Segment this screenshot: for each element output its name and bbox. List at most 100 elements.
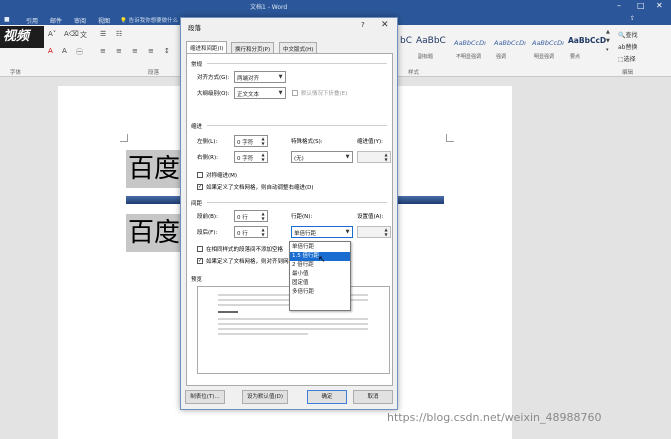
spin-down-icon[interactable]: ▼ <box>259 216 267 221</box>
indent-right-input[interactable]: 0 字符 ▲ ▼ <box>234 151 268 163</box>
phonetic-icon[interactable]: 文 <box>80 30 87 40</box>
word-title-bar: 文档1 - Word – □ ✕ <box>0 0 671 14</box>
bullets-icon[interactable]: ☰ <box>100 30 106 38</box>
indent-by-label: 缩进值(Y): <box>357 139 384 145</box>
minimize-icon[interactable]: – <box>617 1 621 10</box>
find-button[interactable]: 🔍查找 <box>618 30 638 39</box>
spin-down-icon[interactable]: ▼ <box>382 157 390 162</box>
indent-right-label: 右侧(R): <box>197 155 218 161</box>
style-strong[interactable]: AaBbCcD 要点 <box>566 31 610 61</box>
snap-to-grid-checkbox[interactable]: ✓ <box>197 258 203 264</box>
no-space-same-style-label: 在相同样式的段落间不添加空格 <box>206 247 284 253</box>
enclose-icon[interactable]: ㊀ <box>76 47 83 57</box>
tab-references[interactable]: 引用 <box>26 16 38 25</box>
line-spacing-select[interactable]: 单倍行距 ▼ <box>291 226 353 238</box>
tab-view[interactable]: 视图 <box>98 16 110 25</box>
preview-line <box>218 318 368 320</box>
tab-asian-typography[interactable]: 中文版式(H) <box>279 42 318 53</box>
spin-down-icon[interactable]: ▼ <box>259 157 267 162</box>
preview-line <box>218 333 308 335</box>
tab-line-page-breaks[interactable]: 换行和分页(P) <box>231 42 275 53</box>
line-spacing-icon[interactable]: ↕ <box>164 47 170 55</box>
clear-format-icon[interactable]: A⌫ <box>64 30 79 38</box>
line-spacing-option[interactable]: 单倍行距 <box>290 243 350 252</box>
numbering-icon[interactable]: ☷ <box>116 30 122 38</box>
close-icon[interactable]: ✕ <box>381 20 389 30</box>
share-icon[interactable]: ⇪ <box>630 15 635 22</box>
group-styles-label: 样式 <box>408 70 420 76</box>
spin-down-icon[interactable]: ▼ <box>259 232 267 237</box>
indent-by-input[interactable]: ▲ ▼ <box>357 151 391 163</box>
spin-down-icon[interactable]: ▼ <box>259 141 267 146</box>
auto-adjust-indent-checkbox[interactable]: ✓ <box>197 184 203 190</box>
chevron-down-icon: ▼ <box>345 154 350 160</box>
auto-adjust-indent-label: 如果定义了文档网格，则自动调整右缩进(D) <box>206 185 314 191</box>
divider <box>207 125 387 126</box>
chevron-down-icon: ▼ <box>278 90 283 96</box>
preview-line <box>218 311 238 313</box>
char-shading-icon[interactable]: A <box>62 47 67 55</box>
align-left-icon[interactable]: ≡ <box>100 47 106 55</box>
no-space-same-style-checkbox[interactable] <box>197 246 203 252</box>
justify-icon[interactable]: ≡ <box>148 47 154 55</box>
mirror-indents-label: 对称缩进(M) <box>206 173 238 179</box>
indent-left-label: 左侧(L): <box>197 139 218 145</box>
collapsed-label: 默认情况下折叠(E) <box>301 91 348 97</box>
tab-indents-spacing[interactable]: 缩进和间距(I) <box>186 41 228 53</box>
cancel-button[interactable]: 取消 <box>353 390 393 404</box>
tab-mailings[interactable]: 邮件 <box>50 16 62 25</box>
help-icon[interactable]: ? <box>361 21 365 29</box>
align-right-icon[interactable]: ≡ <box>132 47 138 55</box>
snap-to-grid-label: 如果定义了文档网格，则对齐到网格 <box>206 259 290 265</box>
maximize-icon[interactable]: □ <box>637 1 645 10</box>
styles-scroll-down-icon[interactable]: ▼ <box>606 38 610 44</box>
divider <box>207 63 387 64</box>
outline-level-select[interactable]: 正文文本 ▼ <box>234 87 286 99</box>
crop-mark <box>120 134 128 142</box>
close-window-icon[interactable]: ✕ <box>656 1 663 10</box>
line-spacing-option[interactable]: 多倍行距 <box>290 288 350 297</box>
lightbulb-icon: 💡 <box>120 18 127 24</box>
chevron-down-icon: ▼ <box>345 229 350 235</box>
tab-review[interactable]: 审阅 <box>74 16 86 25</box>
spacing-at-input[interactable]: ▲ ▼ <box>357 226 391 238</box>
styles-more-icon[interactable]: ▾ <box>606 47 609 53</box>
line-spacing-label: 行距(N): <box>291 214 313 220</box>
tab-hidden[interactable]: ■ <box>4 16 10 23</box>
space-before-label: 段前(B): <box>197 214 218 220</box>
outline-level-label: 大纲级别(O): <box>197 91 230 97</box>
space-before-input[interactable]: 0 行 ▲ ▼ <box>234 210 268 222</box>
divider <box>207 202 387 203</box>
chevron-down-icon: ▼ <box>278 74 283 80</box>
section-general: 常规 <box>191 62 203 68</box>
space-after-input[interactable]: 0 行 ▲ ▼ <box>234 226 268 238</box>
font-size-down-icon[interactable]: A˅ <box>48 30 56 38</box>
set-default-button[interactable]: 设为默认值(D) <box>242 390 288 404</box>
preview-line <box>218 323 368 325</box>
indent-left-input[interactable]: 0 字符 ▲ ▼ <box>234 135 268 147</box>
line-spacing-dropdown: 单倍行距 1.5 倍行距 2 倍行距 最小值 固定值 多倍行距 <box>289 241 351 311</box>
style-subtle-emphasis[interactable]: AaBbCcDı 不明显强调 <box>452 31 496 61</box>
space-after-label: 段后(F): <box>197 230 218 236</box>
dialog-body: 常规 对齐方式(G): 两端对齐 ▼ 大纲级别(O): 正文文本 ▼ 默认情况下… <box>186 53 393 386</box>
align-center-icon[interactable]: ≡ <box>116 47 122 55</box>
spacing-at-label: 设置值(A): <box>357 214 384 220</box>
section-spacing: 间距 <box>191 201 203 207</box>
tell-me-search[interactable]: 💡 告诉我你想要做什么 <box>120 16 178 24</box>
special-indent-select[interactable]: (无) ▼ <box>291 151 353 163</box>
collapsed-checkbox[interactable] <box>292 90 298 96</box>
ok-button[interactable]: 确定 <box>307 390 347 404</box>
paragraph-dialog: 段落 ? ✕ 缩进和间距(I) 换行和分页(P) 中文版式(H) 常规 对齐方式… <box>180 17 398 410</box>
select-button[interactable]: ⬚选择 <box>618 54 636 63</box>
spin-down-icon[interactable]: ▼ <box>382 232 390 237</box>
line-spacing-option[interactable]: 固定值 <box>290 279 350 288</box>
video-logo-overlay: 视频 <box>0 26 44 48</box>
styles-scroll-up-icon[interactable]: ▲ <box>606 29 610 35</box>
font-color-icon[interactable]: A <box>48 47 53 55</box>
watermark-url: https://blog.csdn.net/weixin_48988760 <box>387 411 602 424</box>
replace-button[interactable]: ab替换 <box>618 42 638 51</box>
line-spacing-option[interactable]: 最小值 <box>290 270 350 279</box>
mirror-indents-checkbox[interactable] <box>197 172 203 178</box>
tabs-button[interactable]: 制表位(T)... <box>185 390 225 404</box>
alignment-select[interactable]: 两端对齐 ▼ <box>234 71 286 83</box>
